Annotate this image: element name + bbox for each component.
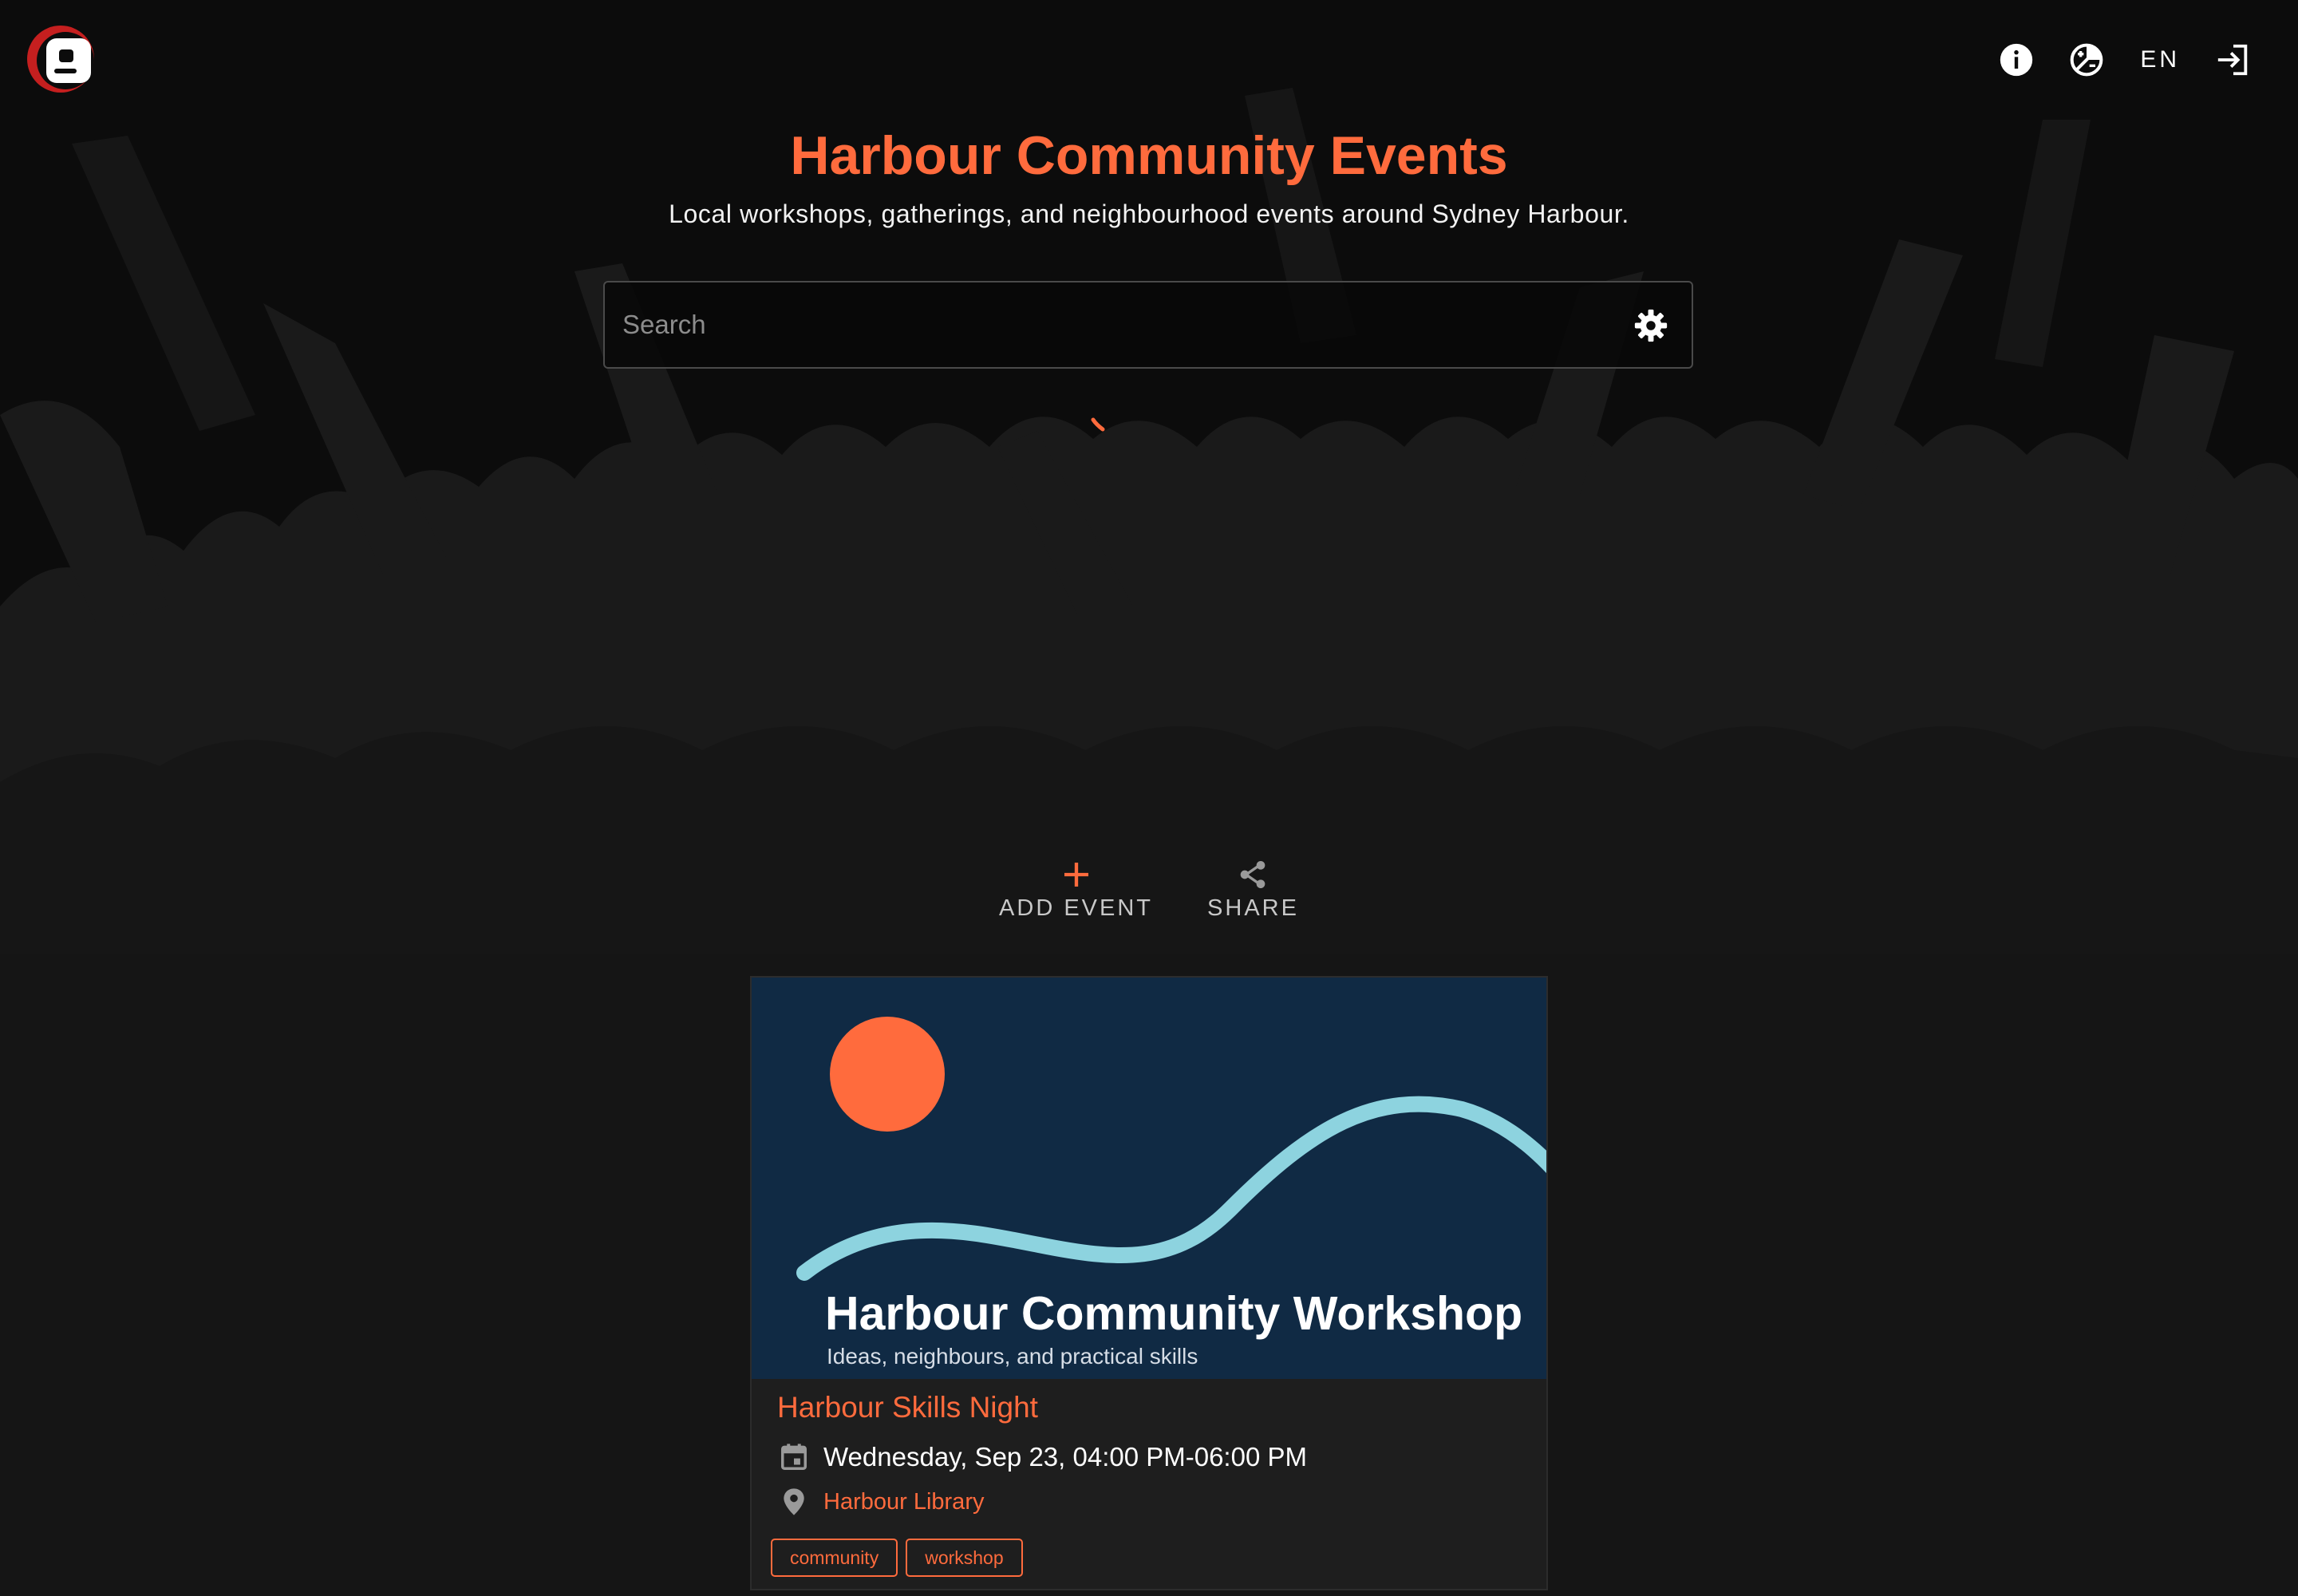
info-button[interactable]: [1993, 37, 2039, 83]
theme-toggle-icon: [2070, 43, 2103, 77]
event-place-row: Harbour Library: [779, 1485, 984, 1519]
tag-community[interactable]: community: [771, 1539, 898, 1577]
add-event-button[interactable]: ADD EVENT: [999, 855, 1153, 922]
event-actions: ADD EVENT SHARE: [0, 855, 2298, 922]
share-icon: [1241, 861, 1265, 888]
login-icon: [2217, 44, 2248, 76]
top-navigation: EN: [1993, 34, 2257, 86]
plus-icon: [1064, 863, 1088, 887]
add-event-label: ADD EVENT: [999, 895, 1154, 921]
theme-toggle-button[interactable]: [2063, 37, 2110, 83]
search-input[interactable]: [605, 282, 1586, 367]
login-button[interactable]: [2210, 37, 2257, 83]
brand-logo-icon: [27, 26, 94, 93]
search-box: [603, 281, 1693, 369]
location-pin-icon: [784, 1488, 804, 1515]
loading-spinner: [1091, 417, 1105, 432]
share-button[interactable]: SHARE: [1207, 855, 1299, 922]
share-label: SHARE: [1207, 895, 1299, 921]
event-card[interactable]: Harbour Community Workshop Ideas, neighb…: [750, 976, 1548, 1590]
event-image-heading: Harbour Community Workshop: [825, 1287, 1522, 1340]
language-selector[interactable]: EN: [2134, 46, 2186, 73]
event-date: Wednesday, Sep 23, 04:00 PM-06:00 PM: [823, 1442, 1307, 1472]
event-image-tagline: Ideas, neighbours, and practical skills: [827, 1344, 1198, 1369]
page-subtitle: Local workshops, gatherings, and neighbo…: [669, 200, 1629, 228]
event-place[interactable]: Harbour Library: [823, 1489, 984, 1515]
hero-section: EN Harbour Community Events Local worksh…: [0, 0, 2298, 954]
event-title[interactable]: Harbour Skills Night: [777, 1391, 1038, 1424]
page-title: Harbour Community Events: [790, 125, 1508, 186]
tag-workshop[interactable]: workshop: [906, 1539, 1023, 1577]
event-date-row: Wednesday, Sep 23, 04:00 PM-06:00 PM: [779, 1441, 1307, 1473]
info-icon: [2000, 43, 2033, 77]
search-settings-button[interactable]: [1633, 307, 1669, 344]
event-image[interactable]: Harbour Community Workshop Ideas, neighb…: [752, 978, 1546, 1379]
brand-logo[interactable]: [22, 21, 99, 97]
calendar-icon: [781, 1444, 807, 1470]
gear-icon: [1634, 309, 1668, 342]
sun-shape: [830, 1017, 945, 1132]
event-tags: community workshop: [771, 1539, 1023, 1577]
